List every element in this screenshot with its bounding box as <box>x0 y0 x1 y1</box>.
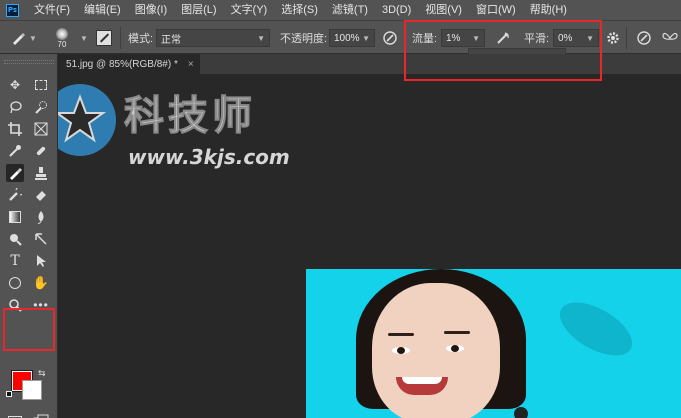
brush-tip-icon <box>56 27 68 40</box>
microphone-shape <box>514 407 528 418</box>
menu-select[interactable]: 选择(S) <box>274 0 325 20</box>
butterfly-icon <box>662 32 678 40</box>
menu-help[interactable]: 帮助(H) <box>523 0 574 20</box>
chevron-down-icon: ▼ <box>362 33 370 43</box>
ellipse-icon[interactable] <box>6 274 24 292</box>
options-bar: ▼ 70 ▼ 模式: 正常 ▼ 不透明度: 100% ▼ 流量: 1% ▼ 平滑… <box>0 20 681 54</box>
menu-view[interactable]: 视图(V) <box>418 0 469 20</box>
quick-select-icon[interactable] <box>32 98 50 116</box>
menu-image[interactable]: 图像(I) <box>128 0 174 20</box>
photo-image <box>306 269 681 418</box>
flow-field[interactable]: 1% ▼ <box>441 29 485 47</box>
separator <box>404 27 405 49</box>
menu-bar: Ps 文件(F) 编辑(E) 图像(I) 图层(L) 文字(Y) 选择(S) 滤… <box>0 0 681 20</box>
quick-mask-icon[interactable] <box>6 412 24 418</box>
photoshop-logo-icon: Ps <box>6 3 19 17</box>
smoothing-field[interactable]: 0% ▼ <box>553 29 599 47</box>
opacity-label: 不透明度: <box>280 33 328 45</box>
smoothing-label: 平滑: <box>524 33 550 45</box>
separator <box>120 27 121 49</box>
zoom-icon[interactable] <box>6 296 24 314</box>
background-color-swatch[interactable] <box>22 380 42 400</box>
menu-filter[interactable]: 滤镜(T) <box>325 0 375 20</box>
eyedropper-icon[interactable] <box>6 142 24 160</box>
menu-file[interactable]: 文件(F) <box>27 0 77 20</box>
mode-label: 模式: <box>128 33 154 45</box>
flow-value: 1% <box>446 32 461 44</box>
opacity-field[interactable]: 100% ▼ <box>329 29 375 47</box>
document-tab[interactable]: 51.jpg @ 85%(RGB/8#) * × <box>58 54 200 74</box>
brush-picker-chevron[interactable]: ▼ <box>80 21 88 55</box>
separator <box>626 27 627 49</box>
pressure-size-icon <box>637 31 651 45</box>
type-icon[interactable]: T <box>6 252 24 270</box>
watermark-title: 科技师 <box>124 93 256 139</box>
brush-size-picker[interactable]: 70 <box>56 21 68 55</box>
menu-3d[interactable]: 3D(D) <box>375 0 418 20</box>
brush-settings-toggle[interactable] <box>96 21 112 55</box>
gear-icon <box>607 32 619 44</box>
symmetry-button[interactable] <box>662 21 678 55</box>
chevron-down-icon: ▼ <box>586 33 594 43</box>
chevron-down-icon: ▼ <box>257 33 265 43</box>
chevron-down-icon: ▼ <box>472 33 480 43</box>
lasso-icon[interactable] <box>6 98 24 116</box>
smoothing-options-button[interactable] <box>606 21 620 55</box>
mode-value: 正常 <box>161 34 181 46</box>
pressure-pen-icon <box>383 31 397 45</box>
opacity-value: 100% <box>334 32 360 44</box>
frame-icon[interactable] <box>32 120 50 138</box>
document-tab-bar: 51.jpg @ 85%(RGB/8#) * × <box>58 54 681 74</box>
blur-icon[interactable] <box>32 208 50 226</box>
document-tab-title: 51.jpg @ 85%(RGB/8#) * <box>66 58 178 70</box>
healing-icon[interactable] <box>32 142 50 160</box>
history-brush-icon[interactable] <box>6 186 24 204</box>
toolbox: ✥ T ✋ ••• ⇆ <box>0 54 58 418</box>
marquee-icon[interactable] <box>32 76 50 94</box>
pressure-size-button[interactable] <box>636 21 652 55</box>
brush-icon <box>13 33 25 45</box>
menu-edit[interactable]: 编辑(E) <box>77 0 128 20</box>
stamp-icon[interactable] <box>32 164 50 182</box>
path-select-icon[interactable] <box>32 252 50 270</box>
screen-mode-icon[interactable] <box>32 412 50 418</box>
menu-layer[interactable]: 图层(L) <box>174 0 223 20</box>
close-icon[interactable]: × <box>188 59 194 70</box>
tool-preset-picker[interactable]: ▼ <box>10 21 37 55</box>
swap-colors-icon[interactable]: ⇆ <box>38 368 46 379</box>
menu-type[interactable]: 文字(Y) <box>224 0 275 20</box>
pen-icon[interactable] <box>32 230 50 248</box>
mode-select[interactable]: 正常 ▼ <box>156 29 270 47</box>
gradient-icon[interactable] <box>6 208 24 226</box>
menu-window[interactable]: 窗口(W) <box>469 0 523 20</box>
brush-icon[interactable] <box>6 164 24 182</box>
brush-size-value: 70 <box>57 39 67 49</box>
crop-icon[interactable] <box>6 120 24 138</box>
chevron-down-icon: ▼ <box>29 33 37 43</box>
hand-icon[interactable]: ✋ <box>32 274 50 292</box>
flow-label: 流量: <box>412 33 438 45</box>
smoothing-value: 0% <box>558 32 573 44</box>
move-icon[interactable]: ✥ <box>6 76 24 94</box>
default-colors-icon[interactable] <box>6 391 12 397</box>
pressure-opacity-button[interactable] <box>382 21 398 55</box>
dodge-icon[interactable] <box>6 230 24 248</box>
more-icon[interactable]: ••• <box>32 296 50 314</box>
toolbox-grip[interactable] <box>4 60 54 64</box>
chevron-down-icon: ▼ <box>80 33 88 43</box>
watermark-url: www.3kjs.com <box>128 145 290 169</box>
brush-settings-icon <box>96 30 112 46</box>
eraser-icon[interactable] <box>32 186 50 204</box>
airbrush-icon <box>497 32 509 44</box>
